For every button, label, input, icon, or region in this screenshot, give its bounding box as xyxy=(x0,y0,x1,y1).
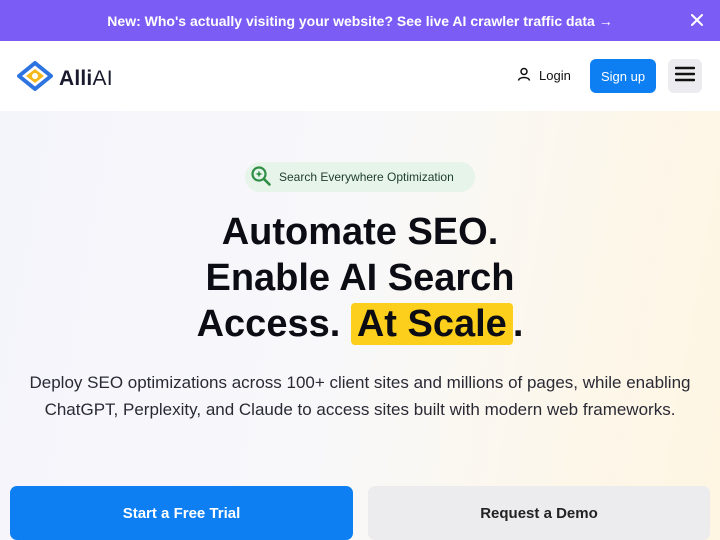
headline-line-3-suffix: . xyxy=(512,303,524,345)
start-free-trial-button[interactable]: Start a Free Trial xyxy=(10,486,353,540)
headline-line-2: Enable AI Search xyxy=(205,257,515,299)
headline-line-3-prefix: Access. xyxy=(196,303,351,345)
headline-highlight: At Scale xyxy=(350,303,513,345)
request-demo-button[interactable]: Request a Demo xyxy=(368,486,710,540)
hamburger-menu-icon xyxy=(674,66,696,87)
announcement-bar: New: Who's actually visiting your websit… xyxy=(0,0,720,41)
user-icon xyxy=(517,67,531,84)
brand-name: AlliAI xyxy=(59,66,113,90)
top-navbar: AlliAI Login Sign up xyxy=(0,41,720,111)
hero-subtitle: Deploy SEO optimizations across 100+ cli… xyxy=(29,373,691,419)
search-ai-icon xyxy=(249,164,273,191)
close-icon[interactable] xyxy=(688,11,706,29)
announcement-link[interactable]: New: Who's actually visiting your websit… xyxy=(107,13,612,29)
alli-logo-icon xyxy=(17,60,53,97)
login-link[interactable]: Login xyxy=(517,67,571,84)
feature-pill: Search Everywhere Optimization xyxy=(245,162,475,192)
menu-button[interactable] xyxy=(668,59,702,93)
feature-pill-label: Search Everywhere Optimization xyxy=(279,170,454,184)
hero-headline: Automate SEO. Enable AI Search Access. A… xyxy=(0,209,720,347)
headline-line-1: Automate SEO. xyxy=(221,211,499,253)
signup-button[interactable]: Sign up xyxy=(590,59,656,93)
login-label: Login xyxy=(539,68,571,83)
logo[interactable]: AlliAI xyxy=(17,60,113,97)
hero-section: Search Everywhere Optimization Automate … xyxy=(0,111,720,540)
